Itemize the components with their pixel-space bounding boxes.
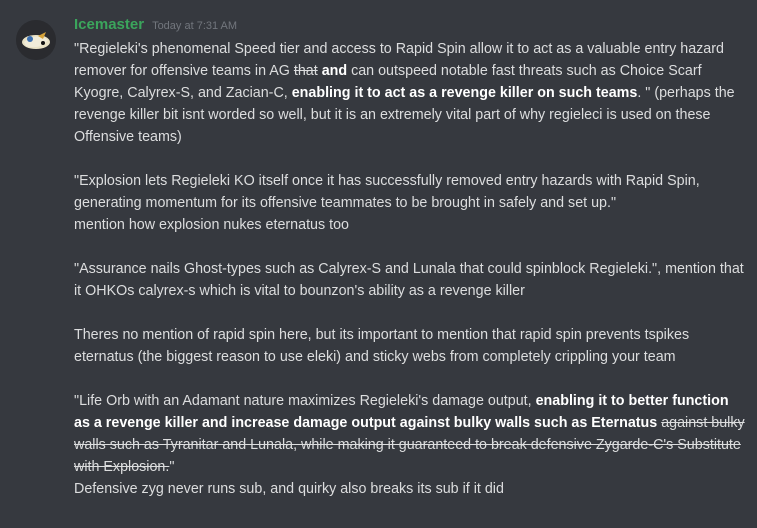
bold-text: enabling it to act as a revenge killer o… (291, 85, 638, 101)
chat-message: Icemaster Today at 7:31 AM "Regieleki's … (0, 0, 757, 500)
text-segment: " (169, 459, 175, 475)
username[interactable]: Icemaster (74, 16, 144, 33)
text-segment: "Life Orb with an Adamant nature maximiz… (74, 393, 536, 409)
paragraph-zygarde-note: Defensive zyg never runs sub, and quirky… (74, 481, 504, 497)
avatar[interactable] (16, 20, 56, 60)
bold-text: and (321, 63, 348, 79)
paragraph-life-orb: "Life Orb with an Adamant nature maximiz… (74, 390, 747, 478)
message-header: Icemaster Today at 7:31 AM (74, 16, 747, 38)
paragraph-speed: "Regieleki's phenomenal Speed tier and a… (74, 38, 747, 148)
paragraph-rapid-spin: Theres no mention of rapid spin here, bu… (74, 327, 690, 365)
paragraph-explosion-quote: "Explosion lets Regieleki KO itself once… (74, 173, 700, 211)
message-content: "Regieleki's phenomenal Speed tier and a… (74, 38, 747, 500)
timestamp[interactable]: Today at 7:31 AM (152, 20, 237, 32)
paragraph-assurance: "Assurance nails Ghost-types such as Cal… (74, 261, 744, 299)
paragraph-explosion-note: mention how explosion nukes eternatus to… (74, 217, 349, 233)
avatar-image (16, 20, 56, 60)
strikethrough-text: that (293, 63, 318, 79)
